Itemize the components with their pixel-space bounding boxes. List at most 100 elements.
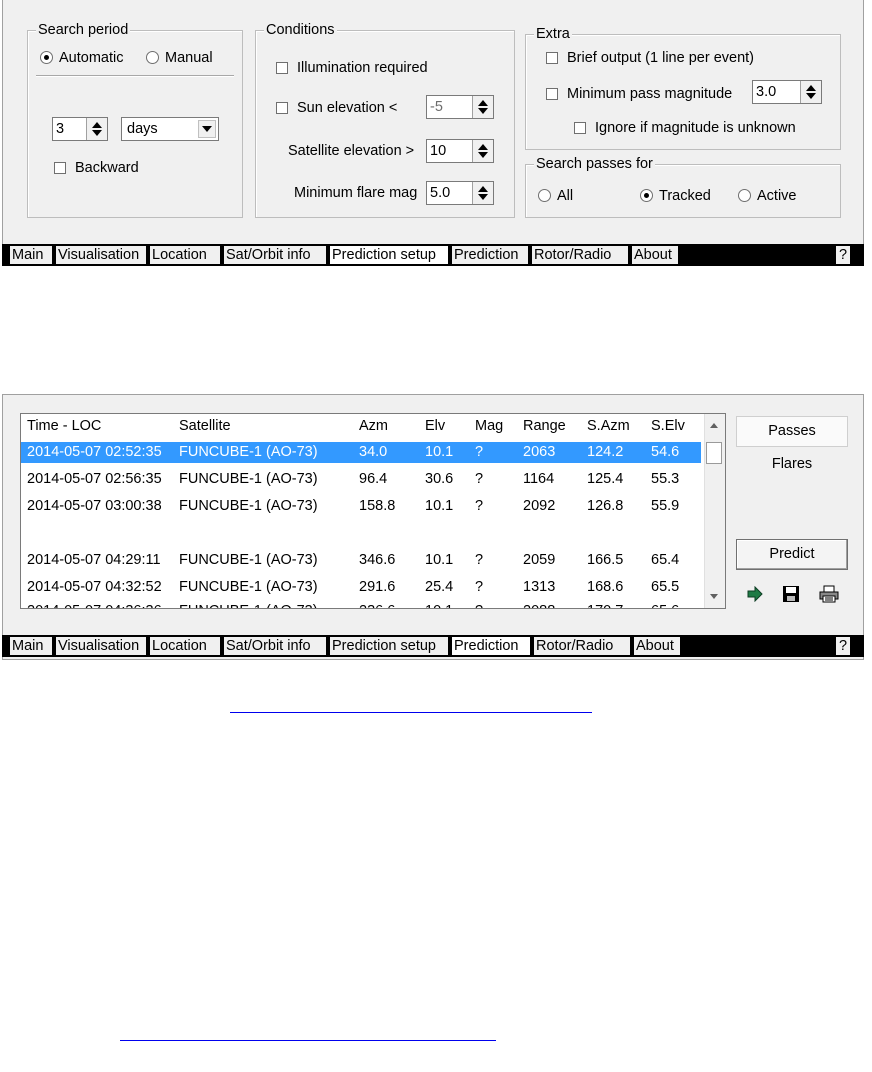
- satellite-elevation-spin-buttons[interactable]: [472, 140, 493, 162]
- period-unit-select[interactable]: days: [121, 117, 219, 141]
- tab-prediction-setup[interactable]: Prediction setup: [330, 637, 448, 655]
- ignore-magnitude-checkbox-box[interactable]: [574, 122, 586, 134]
- scroll-up-icon[interactable]: [710, 423, 718, 428]
- scrollbar-thumb[interactable]: [706, 442, 722, 464]
- tab-about[interactable]: About: [634, 637, 680, 655]
- satellite-elevation-spinner[interactable]: 10: [426, 139, 494, 163]
- min-flare-spinner[interactable]: 5.0: [426, 181, 494, 205]
- scroll-down-icon[interactable]: [710, 594, 718, 599]
- chevron-down-icon: [202, 126, 212, 132]
- min-flare-spin-buttons[interactable]: [472, 182, 493, 204]
- tab-rotor-radio[interactable]: Rotor/Radio: [534, 637, 630, 655]
- help-button[interactable]: ?: [836, 246, 850, 264]
- table-row[interactable]: 2014-05-07 04:32:52 FUNCUBE-1 (AO-73) 29…: [21, 577, 701, 598]
- flares-button[interactable]: Flares: [736, 450, 848, 478]
- min-pass-spinner[interactable]: 3.0: [752, 80, 822, 104]
- illumination-checkbox[interactable]: Illumination required: [276, 59, 428, 77]
- all-radio[interactable]: All: [538, 187, 573, 205]
- arrow-right-icon[interactable]: [746, 585, 764, 603]
- sun-elevation-spinner[interactable]: -5: [426, 95, 494, 119]
- passes-button[interactable]: Passes: [736, 416, 848, 447]
- min-pass-checkbox[interactable]: Minimum pass magnitude: [546, 85, 732, 103]
- spin-up-icon[interactable]: [478, 100, 488, 106]
- cell-azm: 158.8: [359, 498, 396, 514]
- column-header-azm[interactable]: Azm: [359, 416, 388, 437]
- hyperlink-underline[interactable]: [120, 1040, 496, 1041]
- brief-output-checkbox[interactable]: Brief output (1 line per event): [546, 49, 754, 67]
- tab-main[interactable]: Main: [10, 246, 52, 264]
- automatic-radio[interactable]: Automatic: [40, 49, 123, 67]
- search-passes-title: Search passes for: [534, 156, 655, 172]
- tracked-radio-indicator[interactable]: [640, 189, 653, 202]
- printer-icon[interactable]: [818, 585, 840, 603]
- tab-visualisation[interactable]: Visualisation: [56, 246, 146, 264]
- tab-sat-orbit-info[interactable]: Sat/Orbit info: [224, 246, 326, 264]
- min-pass-spin-buttons[interactable]: [800, 81, 821, 103]
- column-header-mag[interactable]: Mag: [475, 416, 503, 437]
- column-header-elv[interactable]: Elv: [425, 416, 445, 437]
- spin-down-icon[interactable]: [806, 93, 816, 99]
- help-button[interactable]: ?: [836, 637, 850, 655]
- tab-main[interactable]: Main: [10, 637, 52, 655]
- spin-down-icon[interactable]: [92, 130, 102, 136]
- backward-checkbox[interactable]: Backward: [54, 159, 139, 177]
- hyperlink-underline[interactable]: [230, 712, 592, 713]
- spin-up-icon[interactable]: [478, 186, 488, 192]
- active-radio[interactable]: Active: [738, 187, 797, 205]
- spin-down-icon[interactable]: [478, 194, 488, 200]
- backward-checkbox-box[interactable]: [54, 162, 66, 174]
- vertical-scrollbar[interactable]: [704, 414, 725, 608]
- cell-elv: 10.1: [425, 552, 454, 568]
- min-pass-checkbox-box[interactable]: [546, 88, 558, 100]
- period-count-spin-buttons[interactable]: [86, 118, 107, 140]
- dropdown-button[interactable]: [198, 120, 216, 138]
- spin-down-icon[interactable]: [478, 108, 488, 114]
- table-row[interactable]: 2014-05-07 02:52:35 FUNCUBE-1 (AO-73) 34…: [21, 442, 701, 463]
- cell-s-elv: 54.6: [651, 444, 680, 460]
- tab-prediction[interactable]: Prediction: [452, 246, 528, 264]
- illumination-checkbox-box[interactable]: [276, 62, 288, 74]
- table-row[interactable]: 2014-05-07 04:36:36 FUNCUBE-1 (AO-73) 23…: [21, 601, 701, 608]
- table-row[interactable]: 2014-05-07 04:29:11 FUNCUBE-1 (AO-73) 34…: [21, 550, 701, 571]
- column-header-s-elv[interactable]: S.Elv: [651, 416, 685, 437]
- tab-location[interactable]: Location: [150, 637, 220, 655]
- spin-down-icon[interactable]: [478, 152, 488, 158]
- manual-radio-indicator[interactable]: [146, 51, 159, 64]
- brief-output-checkbox-box[interactable]: [546, 52, 558, 64]
- column-header-range[interactable]: Range: [523, 416, 566, 437]
- floppy-disk-icon[interactable]: [782, 585, 800, 603]
- prediction-list[interactable]: Time - LOC Satellite Azm Elv Mag Range S…: [20, 413, 726, 609]
- active-radio-indicator[interactable]: [738, 189, 751, 202]
- tab-visualisation[interactable]: Visualisation: [56, 637, 146, 655]
- cell-elv: 10.1: [425, 498, 454, 514]
- min-pass-value: 3.0: [756, 84, 777, 100]
- tab-location[interactable]: Location: [150, 246, 220, 264]
- table-row[interactable]: 2014-05-07 02:56:35 FUNCUBE-1 (AO-73) 96…: [21, 469, 701, 490]
- column-header-s-azm[interactable]: S.Azm: [587, 416, 630, 437]
- all-radio-indicator[interactable]: [538, 189, 551, 202]
- ignore-magnitude-checkbox[interactable]: Ignore if magnitude is unknown: [574, 119, 796, 137]
- tab-about[interactable]: About: [632, 246, 678, 264]
- automatic-radio-indicator[interactable]: [40, 51, 53, 64]
- column-header-satellite[interactable]: Satellite: [179, 416, 231, 437]
- cell-elv: 25.4: [425, 579, 454, 595]
- tab-prediction[interactable]: Prediction: [452, 637, 530, 655]
- tab-sat-orbit-info[interactable]: Sat/Orbit info: [224, 637, 326, 655]
- cell-elv: 10.1: [425, 601, 453, 608]
- spin-up-icon[interactable]: [806, 85, 816, 91]
- tracked-radio[interactable]: Tracked: [640, 187, 711, 205]
- sun-elevation-label: Sun elevation <: [297, 100, 398, 116]
- column-header-time[interactable]: Time - LOC: [27, 416, 101, 437]
- tab-rotor-radio[interactable]: Rotor/Radio: [532, 246, 628, 264]
- tab-prediction-setup[interactable]: Prediction setup: [330, 246, 448, 264]
- period-count-spinner[interactable]: 3: [52, 117, 108, 141]
- table-row[interactable]: [21, 523, 701, 544]
- sun-elevation-spin-buttons[interactable]: [472, 96, 493, 118]
- manual-radio[interactable]: Manual: [146, 49, 213, 67]
- spin-up-icon[interactable]: [478, 144, 488, 150]
- sun-elevation-checkbox[interactable]: Sun elevation <: [276, 99, 397, 117]
- spin-up-icon[interactable]: [92, 122, 102, 128]
- sun-elevation-checkbox-box[interactable]: [276, 102, 288, 114]
- predict-button[interactable]: Predict: [736, 539, 848, 570]
- table-row[interactable]: 2014-05-07 03:00:38 FUNCUBE-1 (AO-73) 15…: [21, 496, 701, 517]
